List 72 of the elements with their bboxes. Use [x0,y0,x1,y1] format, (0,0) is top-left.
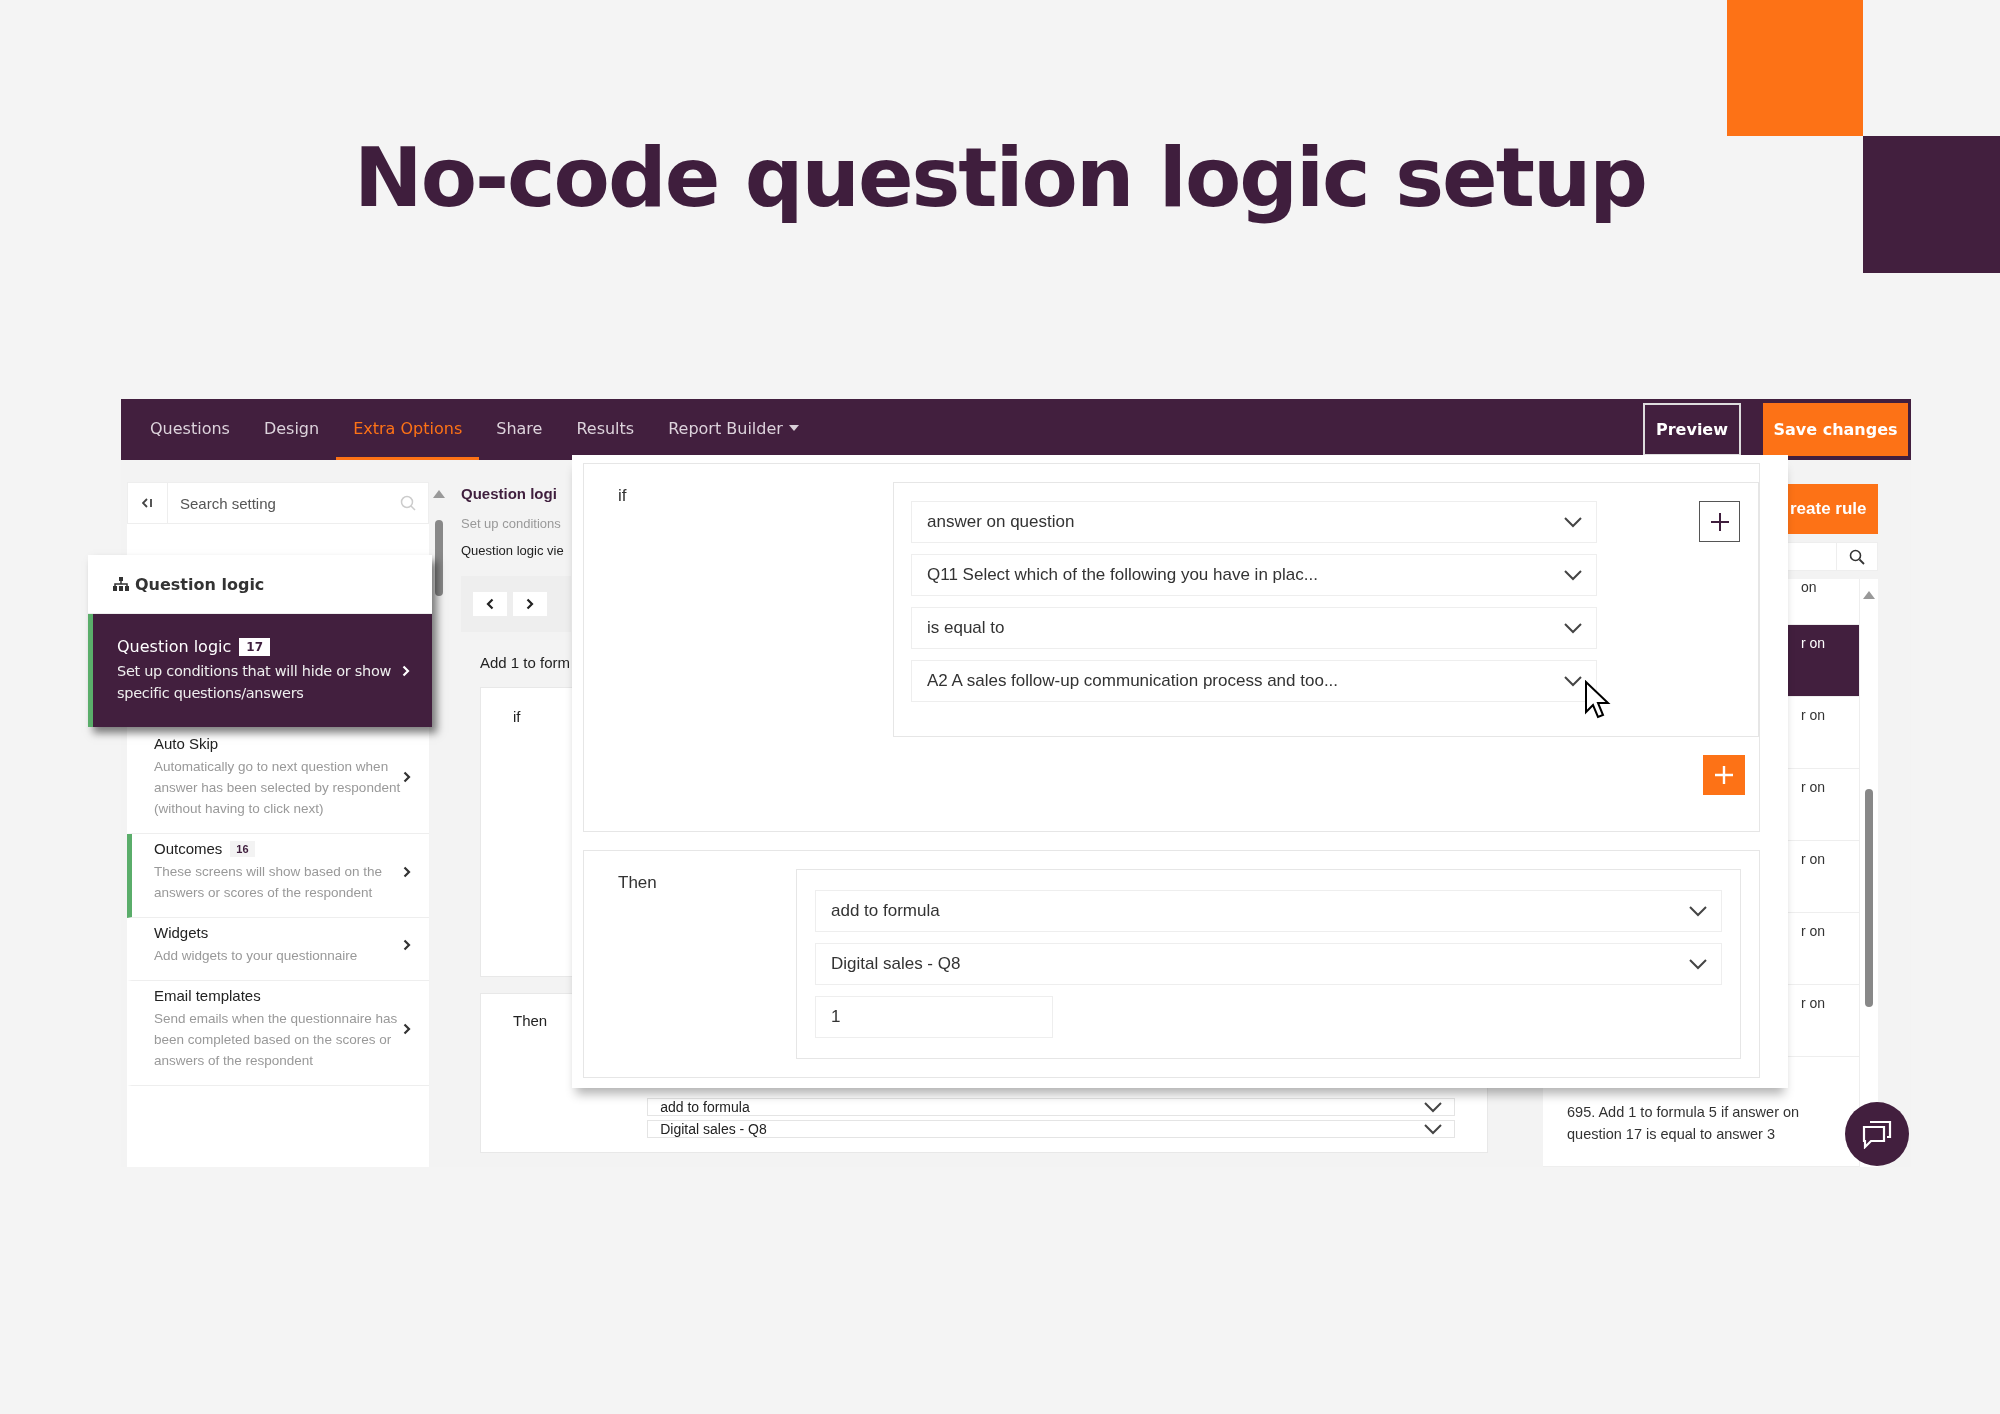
settings-item[interactable]: Question logic 17 Set up conditions that will hide or show specific questions/answers [88,614,432,727]
chevron-down-icon [1689,958,1707,970]
settings-item-title: Widgets [154,924,209,941]
settings-item[interactable]: Widgets Add widgets to your questionnaire [127,918,429,981]
scrollbar-thumb[interactable] [1865,789,1873,1007]
settings-item-title: Outcomes [154,840,223,857]
dropdown[interactable]: answer on question [911,501,1597,543]
nav-tab[interactable]: Questions [133,399,247,460]
scrollbar-thumb[interactable] [435,520,443,596]
nav-tab[interactable]: Share [479,399,560,460]
search-icon [1849,548,1865,565]
dropdown[interactable]: add to formula [647,1098,1455,1116]
caret-icon [788,425,799,431]
scroll-up-icon[interactable] [1863,591,1875,599]
nav-tab[interactable]: Results [559,399,652,460]
previous-button[interactable] [473,592,507,616]
view-label: Question logic vie [460,543,564,558]
next-button[interactable] [513,592,547,616]
scroll-up-icon[interactable] [433,490,445,498]
panel-title: Question logi [460,485,557,502]
chevron-left-icon [486,598,494,610]
settings-item-description: Automatically go to next question when answer has been selected by respondent (without having to click next) [154,758,402,818]
chevron-down-icon [1689,905,1707,917]
chevron-right-icon [403,865,411,878]
dropdown[interactable]: Q11 Select which of the following you have in plac... [911,554,1597,596]
settings-item-title: Question logic [117,637,232,656]
chevron-right-icon [402,664,410,677]
dropdown[interactable]: Digital sales - Q8 [647,1120,1455,1138]
chevron-down-icon [1564,675,1582,687]
count-badge: 17 [239,637,270,656]
chevron-down-icon [1564,622,1582,634]
settings-item-description: Add widgets to your questionnaire [154,947,359,965]
settings-item[interactable]: Outcomes 16 These screens will show based on the answers or scores of the respondent [127,834,429,918]
add-condition-button[interactable] [1703,755,1745,795]
settings-item[interactable]: Email templates Send emails when the questionnaire has been completed based on the scores or answers of the respondent [127,981,429,1086]
settings-item-title: Email templates [154,987,261,1004]
settings-item[interactable]: Auto Skip Automatically go to next question when answer has been selected by respondent (without having to click next) [127,729,429,834]
then-label: Then [617,872,658,894]
if-label: if [617,485,628,507]
rule-title: Add 1 to form [480,654,571,671]
chat-icon [1861,1119,1893,1149]
number-field[interactable]: 1 [815,996,1053,1038]
settings-item-description: Send emails when the questionnaire has been completed based on the scores or answers of the respondent [154,1010,399,1070]
dropdown[interactable]: Digital sales - Q8 [815,943,1722,985]
chevron-right-icon [403,771,411,783]
settings-item-description: These screens will show based on the answers or scores of the respondent [154,863,384,902]
count-badge: 16 [230,840,255,857]
chevron-down-icon [1564,569,1582,581]
chevron-right-icon [403,1023,411,1035]
plus-icon [1709,511,1730,532]
chevron-right-icon [526,598,534,610]
nav-tab[interactable]: Design [246,399,337,460]
dropdown[interactable]: add to formula [815,890,1722,932]
chevron-down-icon [1424,1123,1442,1135]
preview-button[interactable]: Preview [1643,403,1741,456]
chevron-right-icon [403,939,411,951]
settings-item-description: Set up conditions that will hide or show specific questions/answers [117,662,393,703]
mouse-pointer-icon [1584,680,1612,720]
dropdown[interactable]: is equal to [911,607,1597,649]
panel-subtitle: Set up conditions [460,516,561,531]
headline: No-code question logic setup [354,130,1646,227]
then-label: Then [513,1012,548,1031]
chevron-down-icon [1424,1101,1442,1113]
popup-header: Question logic [135,574,265,594]
dropdown[interactable]: A2 A sales follow-up communication process and too... [911,660,1597,702]
plus-icon [1714,765,1734,785]
add-button[interactable] [1699,501,1740,542]
sitemap-icon [113,577,129,591]
settings-item-title: Auto Skip [154,735,219,752]
chevron-down-icon [1564,516,1582,528]
if-label: if [513,708,521,725]
nav-tab[interactable]: Report Builder [651,399,816,460]
